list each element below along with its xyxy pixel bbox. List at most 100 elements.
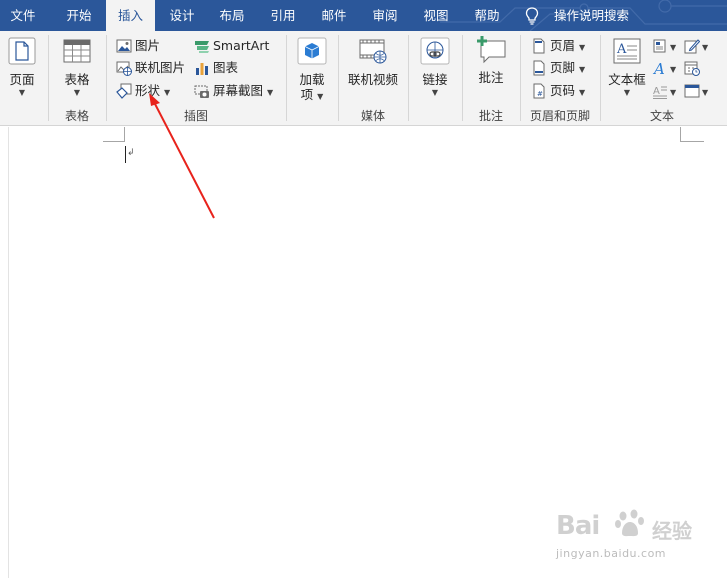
table-label: 表格 [64,72,90,87]
group-label-tables: 表格 [64,109,89,123]
paragraph-mark: ↲ [127,148,135,158]
chevron-down-icon: ▼ [670,88,677,97]
textbox-button[interactable]: A 文本框 ▼ [606,35,648,101]
tab-file[interactable]: 文件 [0,0,46,31]
link-icon [420,37,450,65]
tell-me-label: 操作说明搜索 [554,8,630,23]
drop-cap-button[interactable]: A ▼ [652,81,678,101]
group-separator [408,35,409,121]
links-label: 链接 [422,72,448,87]
addins-label-line1: 加载 [299,72,325,87]
page-icon [8,37,36,65]
tab-help[interactable]: 帮助 [463,0,511,31]
pages-label: 页面 [9,72,35,87]
group-separator [48,35,49,121]
group-separator [106,35,107,121]
table-button[interactable]: 表格 ▼ [56,35,98,101]
online-video-button[interactable]: 联机视频 [345,35,401,101]
signature-line-button[interactable]: ▼ [684,36,710,56]
tab-layout[interactable]: 布局 [208,0,256,31]
header-button[interactable]: 页眉 ▼ [531,36,589,56]
group-label-media: 媒体 [360,109,385,123]
header-icon [533,38,545,54]
screenshot-label: 屏幕截图 ▼ [213,83,274,98]
footer-button[interactable]: 页脚 ▼ [531,58,589,78]
margin-corner-top-left [103,127,125,142]
signature-line-icon [684,39,700,54]
online-video-label: 联机视频 [347,72,398,87]
group-separator [286,35,287,121]
textbox-icon: A [613,38,641,64]
online-pictures-label: 联机图片 [135,60,186,75]
tell-me-search[interactable]: 操作说明搜索 [524,0,664,31]
tab-home[interactable]: 开始 [55,0,103,31]
shapes-button[interactable]: 形状 ▼ [116,81,176,101]
chevron-down-icon: ▼ [73,88,81,97]
screenshot-button[interactable]: 屏幕截图 ▼ [194,81,274,101]
svg-text:#: # [537,90,543,98]
group-label-comments: 批注 [478,109,503,123]
tab-review[interactable]: 审阅 [361,0,409,31]
group-separator [600,35,601,121]
group-label-text: 文本 [649,109,674,123]
wordart-button[interactable]: A ▼ [652,58,678,78]
object-icon [684,84,700,98]
chevron-down-icon: ▼ [18,88,26,97]
tab-insert[interactable]: 插入 [106,0,155,31]
pictures-button[interactable]: 图片 [116,36,176,56]
chart-button[interactable]: 图表 [194,58,254,78]
smartart-label: SmartArt [213,38,270,53]
page-number-label: 页码 ▼ [550,83,586,98]
tab-references[interactable]: 引用 [259,0,307,31]
shapes-label: 形状 ▼ [135,83,171,98]
baidu-jingyan-watermark: Bai 经验 jingyan.baidu.com [556,505,716,573]
group-separator [520,35,521,121]
watermark-url: jingyan.baidu.com [556,547,667,560]
page-number-icon: # [533,83,545,99]
addins-label-line2: 项 ▼ [300,87,324,102]
quick-parts-icon [653,39,666,53]
pages-button[interactable]: 页面 ▼ [4,35,40,101]
links-button[interactable]: 链接 ▼ [415,35,455,101]
footer-icon [533,60,545,76]
comment-button[interactable]: 批注 [470,35,512,101]
new-comment-icon [477,36,506,64]
watermark-brand-cn: 经验 [652,519,692,543]
smartart-button[interactable]: SmartArt [194,36,270,56]
tab-mailings[interactable]: 邮件 [310,0,358,31]
group-separator [462,35,463,121]
ribbon-tab-bar: 文件 开始 插入 设计 布局 引用 邮件 审阅 视图 帮助 操作说明搜索 [0,0,727,31]
addins-button[interactable]: 加载 项 ▼ [293,35,331,102]
svg-text:A: A [653,86,660,97]
smartart-icon [195,41,209,53]
lightbulb-icon [525,7,539,25]
picture-icon [116,39,132,53]
comment-label: 批注 [478,70,504,85]
tab-view[interactable]: 视图 [412,0,460,31]
addins-store-icon [297,37,327,65]
chevron-down-icon: ▼ [267,88,274,97]
svg-text:A: A [652,60,665,76]
date-time-icon [684,61,700,76]
table-icon [63,39,91,63]
footer-label: 页脚 ▼ [550,60,586,75]
online-picture-icon [116,61,132,76]
object-button[interactable]: ▼ [684,81,710,101]
shapes-icon [116,83,132,99]
group-separator [338,35,339,121]
page-number-button[interactable]: # 页码 ▼ [531,81,589,101]
date-time-button[interactable] [684,58,704,78]
chevron-down-icon: ▼ [702,88,709,97]
watermark-brand: Bai [556,511,600,541]
chevron-down-icon: ▼ [670,65,677,74]
svg-text:A: A [616,42,627,57]
margin-corner-top-right [680,127,704,142]
chevron-down-icon: ▼ [579,43,586,52]
wordart-icon: A [652,60,665,76]
quick-parts-button[interactable]: ▼ [652,36,678,56]
online-pictures-button[interactable]: 联机图片 [116,58,188,78]
tab-design[interactable]: 设计 [158,0,206,31]
baidu-paw-icon [615,509,644,537]
ribbon-insert: 页面 ▼ 表格 ▼ 表格 图片 联机图片 形状 ▼ SmartArt 图表 屏幕… [0,31,727,126]
drop-cap-icon: A [653,86,667,99]
